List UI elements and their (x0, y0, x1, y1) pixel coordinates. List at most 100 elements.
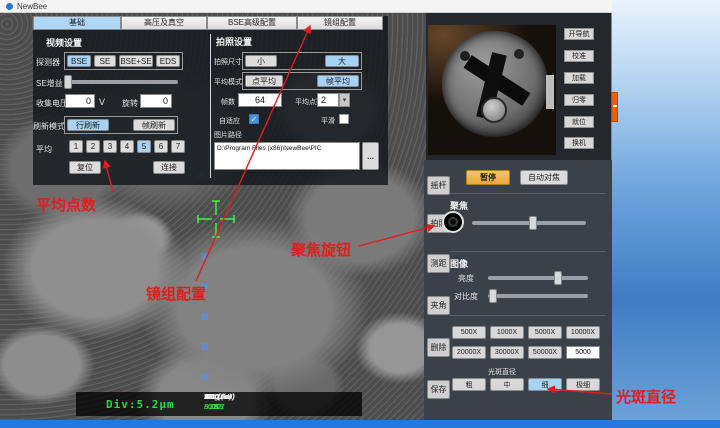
avg-mode-point-button[interactable]: 点平均 (245, 75, 283, 87)
rotation-input[interactable]: 0 (140, 94, 172, 108)
spot-fine-button[interactable]: 细 (528, 378, 562, 391)
detector-eds[interactable]: EDS (156, 55, 180, 67)
spot-ultrafine-button[interactable]: 极细 (566, 378, 600, 391)
contrast-slider-thumb[interactable] (489, 289, 497, 303)
tool-icon[interactable] (201, 373, 208, 380)
divider (450, 193, 606, 194)
average-3[interactable]: 3 (103, 140, 117, 153)
avg-points-select[interactable]: 2 (317, 93, 339, 107)
annotation-lens-config: 镜组配置 (146, 283, 206, 304)
reset-button[interactable]: 复位 (69, 161, 101, 174)
detector-bse[interactable]: BSE (67, 55, 91, 67)
tool-icon[interactable] (201, 343, 208, 350)
status-col-det: Det BSE (204, 394, 218, 411)
contrast-slider[interactable] (488, 294, 588, 298)
average-7[interactable]: 7 (171, 140, 185, 153)
autofocus-button[interactable]: 自动对焦 (520, 170, 568, 185)
size-large-button[interactable]: 大 (325, 55, 359, 67)
window-titlebar[interactable]: NewBee (0, 0, 612, 13)
connect-button[interactable]: 连接 (153, 161, 185, 174)
sem-status-bar: Div:5.2μm Mag 5000 ACC.(kV) 15 Vac.(Pa) … (76, 392, 362, 416)
mag-50000x-button[interactable]: 50000X (528, 346, 562, 359)
collect-voltage-input[interactable]: 0 (65, 94, 95, 108)
load-button[interactable]: 加载 (564, 72, 594, 84)
mag-500x-button[interactable]: 500X (452, 326, 486, 339)
tab-lens-config[interactable]: 镜组配置 (297, 16, 383, 30)
detector-label: 探测器 (36, 57, 60, 68)
mag-5000x-button[interactable]: 5000X (528, 326, 562, 339)
delete-button[interactable]: 删除 (427, 338, 450, 357)
mag-value-input[interactable]: 5000 (566, 346, 600, 359)
brightness-slider[interactable] (488, 276, 588, 280)
detector-se[interactable]: SE (94, 55, 116, 67)
tool-icon[interactable] (201, 313, 208, 320)
tool-icon[interactable] (201, 253, 208, 260)
average-2[interactable]: 2 (86, 140, 100, 153)
measure-button[interactable]: 测距 (427, 254, 450, 273)
path-input[interactable]: D:\Program Files (x86)\NewBee\PIC (214, 142, 360, 170)
refresh-line-button[interactable]: 行刷新 (67, 119, 109, 131)
photo-size-label: 拍照尺寸 (214, 57, 242, 67)
average-5[interactable]: 5 (137, 140, 151, 153)
brightness-slider-thumb[interactable] (554, 271, 562, 285)
stage-screw (460, 51, 470, 61)
avg-mode-group: 点平均 帧平均 (242, 72, 362, 90)
focus-slider[interactable] (472, 221, 586, 225)
video-panel-title: 视频设置 (46, 36, 82, 49)
contrast-label: 对比度 (454, 291, 478, 302)
calibrate-button[interactable]: 校准 (564, 50, 594, 62)
tab-basic[interactable]: 基础 (33, 16, 121, 30)
frames-input[interactable]: 64 (238, 93, 282, 107)
joystick-button[interactable]: 摇杆 (427, 176, 450, 195)
tab-hv-vacuum[interactable]: 高压及真空 (121, 16, 207, 30)
divider (450, 251, 606, 252)
status-value: BSE (204, 404, 218, 411)
spot-medium-button[interactable]: 中 (490, 378, 524, 391)
dropdown-arrow-icon[interactable]: ▾ (339, 93, 350, 107)
status-header: Det (204, 394, 218, 401)
size-small-button[interactable]: 小 (245, 55, 277, 67)
voltage-unit-label: V (99, 97, 105, 107)
browse-button[interactable]: ... (362, 142, 379, 170)
photo-size-group: 小 大 (242, 52, 362, 70)
panel-divider (210, 34, 211, 178)
refresh-frame-button[interactable]: 帧刷新 (133, 119, 175, 131)
refresh-mode-group: 行刷新 帧刷新 (64, 116, 178, 134)
mag-10000x-button[interactable]: 10000X (566, 326, 600, 339)
detector-bse-se[interactable]: BSE+SE (119, 55, 153, 67)
brightness-label: 亮度 (458, 273, 474, 284)
chamber-camera-view (428, 25, 556, 155)
save-button[interactable]: 保存 (427, 380, 450, 399)
mag-20000x-button[interactable]: 20000X (452, 346, 486, 359)
crosshair-icon (196, 199, 236, 239)
taskbar[interactable] (0, 420, 720, 428)
frames-label: 帧数 (221, 97, 235, 107)
se-gain-slider[interactable] (64, 80, 178, 84)
se-gain-slider-thumb[interactable] (64, 75, 72, 89)
mag-1000x-button[interactable]: 1000X (490, 326, 524, 339)
average-label: 平均 (36, 144, 52, 155)
angle-button[interactable]: 夹角 (427, 296, 450, 315)
smooth-checkbox[interactable] (339, 114, 349, 124)
chamber-fixture (546, 75, 554, 109)
desktop: ^ Div:5.2μm Mag 5000 ACC.(kV) 15 (0, 0, 720, 428)
focus-slider-thumb[interactable] (529, 216, 537, 230)
in-position-button[interactable]: 就位 (564, 116, 594, 128)
scale-div-label: Div:5.2μm (106, 398, 175, 411)
zero-button[interactable]: 归零 (564, 94, 594, 106)
avg-mode-frame-button[interactable]: 帧平均 (317, 75, 359, 87)
image-section-label: 图像 (450, 257, 468, 270)
average-group: 1 2 3 4 5 6 7 (69, 140, 185, 153)
adaptive-label: 自适应 (219, 116, 240, 126)
open-navigation-button[interactable]: 开导航 (564, 28, 594, 40)
focus-knob[interactable] (442, 211, 464, 233)
tab-bse-advanced[interactable]: BSE高级配置 (207, 16, 297, 30)
pause-button[interactable]: 暂停 (466, 170, 510, 185)
average-1[interactable]: 1 (69, 140, 83, 153)
mag-30000x-button[interactable]: 30000X (490, 346, 524, 359)
spot-coarse-button[interactable]: 粗 (452, 378, 486, 391)
average-4[interactable]: 4 (120, 140, 134, 153)
adaptive-checkbox[interactable]: ✓ (249, 114, 259, 124)
switch-machine-button[interactable]: 换机 (564, 137, 594, 149)
average-6[interactable]: 6 (154, 140, 168, 153)
